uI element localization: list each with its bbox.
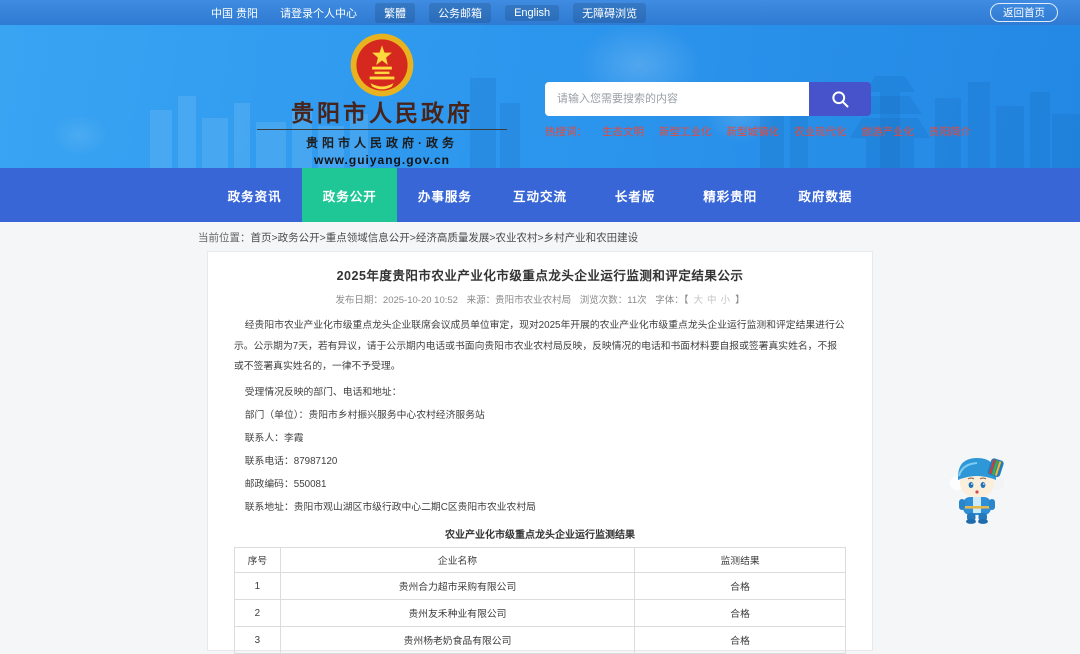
paragraph-contact-person: 联系人：李霞 — [244, 432, 304, 444]
hot-search-row: 热搜词： 生态文明 新型工业化 新型城镇化 农业现代化 旅游产业化 贵阳简介 — [545, 124, 971, 139]
nav-item-zwgk[interactable]: 政务公开 — [302, 168, 398, 222]
font-size-medium[interactable]: 中 — [707, 295, 717, 306]
search-bar — [545, 82, 871, 116]
hot-search-label: 热搜词： — [545, 126, 587, 138]
font-size-small[interactable]: 小 — [721, 295, 731, 306]
row-index: 1 — [234, 572, 281, 600]
official-mail-link[interactable]: 公务邮箱 — [429, 2, 492, 23]
nav-item-jcgy[interactable]: 精彩贵阳 — [683, 168, 778, 222]
font-size-large[interactable]: 大 — [694, 295, 704, 306]
hot-word-5[interactable]: 旅游产业化 — [862, 124, 915, 139]
row-index: 2 — [234, 599, 281, 627]
nav-item-hdjl[interactable]: 互动交流 — [492, 168, 587, 222]
login-link[interactable]: 请登录个人中心 — [276, 3, 361, 23]
topbar-links: 中国 贵阳 请登录个人中心 繁體 公务邮箱 English 无障碍浏览 — [207, 2, 647, 23]
site-title: 贵阳市人民政府 — [291, 100, 473, 126]
col-header-company: 企业名称 — [279, 547, 636, 573]
accessibility-link[interactable]: 无障碍浏览 — [573, 2, 647, 23]
hot-word-6[interactable]: 贵阳简介 — [929, 124, 971, 139]
paragraph-announcement: 经贵阳市农业产业化市级重点龙头企业联席会议成员单位审定，现对2025年开展的农业… — [234, 320, 845, 372]
guiyang-gov-page: { "topbar": { "region_link": "中国 贵阳", "l… — [0, 0, 1080, 654]
font-size-label: 字体：【 — [655, 295, 689, 306]
hot-word-4[interactable]: 农业现代化 — [794, 124, 847, 139]
table-header-row: 序号 企业名称 监测结果 — [234, 547, 846, 573]
site-subtitle: 贵阳市人民政府·政务 — [257, 129, 507, 151]
breadcrumb-path[interactable]: 首页>政务公开>重点领域信息公开>经济高质量发展>农业农村>乡村产业和农田建设 — [251, 232, 639, 244]
monitor-result: 合格 — [634, 626, 846, 654]
paragraph-contact-intro: 受理情况反映的部门、电话和地址： — [244, 386, 402, 398]
search-input[interactable] — [545, 82, 809, 116]
nav-item-zwzx[interactable]: 政务资讯 — [207, 168, 302, 222]
article-title: 2025年度贵阳市农业产业化市级重点龙头企业运行监测和评定结果公示 — [336, 269, 744, 283]
site-url: www.guiyang.gov.cn — [313, 153, 450, 167]
search-icon — [832, 91, 849, 108]
paragraph-phone: 联系电话：87987120 — [244, 455, 338, 467]
hot-word-2[interactable]: 新型工业化 — [659, 124, 712, 139]
paragraph-postcode: 邮政编码：550081 — [244, 478, 327, 490]
article-card: 2025年度贵阳市农业产业化市级重点龙头企业运行监测和评定结果公示 发布日期：2… — [207, 251, 873, 654]
region-link[interactable]: 中国 贵阳 — [207, 3, 262, 23]
hot-word-1[interactable]: 生态文明 — [602, 124, 644, 139]
main-nav-bar: 政务资讯 政务公开 办事服务 互动交流 长者版 精彩贵阳 政府数据 — [0, 168, 1080, 222]
paragraph-department: 部门（单位）：贵阳市乡村振兴服务中心农村经济服务站 — [244, 409, 485, 421]
monitor-result: 合格 — [634, 572, 846, 600]
breadcrumb-label: 当前位置： — [198, 232, 251, 244]
mascot-widget[interactable] — [948, 450, 1006, 524]
hot-word-3[interactable]: 新型城镇化 — [727, 124, 780, 139]
table-row: 2 贵州友禾种业有限公司 合格 — [234, 599, 846, 627]
top-utility-bar: 中国 贵阳 请登录个人中心 繁體 公务邮箱 English 无障碍浏览 返回首页 — [0, 0, 1080, 25]
article-source: 来源：贵阳市农业农村局 — [466, 295, 572, 306]
table-caption: 农业产业化市级重点龙头企业运行监测结果 — [445, 530, 635, 541]
publish-date: 发布日期：2025-10-20 10:52 — [335, 295, 458, 306]
company-name: 贵州友禾种业有限公司 — [279, 599, 636, 627]
site-banner: 贵阳市人民政府 贵阳市人民政府·政务 www.guiyang.gov.cn 热搜… — [0, 25, 1080, 168]
col-header-result: 监测结果 — [634, 547, 846, 573]
article-body: 经贵阳市农业产业化市级重点龙头企业联席会议成员单位审定，现对2025年开展的农业… — [234, 316, 846, 517]
table-row: 3 贵州杨老奶食品有限公司 合格 — [234, 626, 846, 654]
national-emblem-icon — [350, 33, 414, 97]
traditional-chinese-link[interactable]: 繁體 — [375, 2, 416, 23]
nav-item-bsfw[interactable]: 办事服务 — [397, 168, 492, 222]
row-index: 3 — [234, 626, 281, 654]
table-row: 1 贵州合力超市采购有限公司 合格 — [234, 572, 846, 600]
site-logo[interactable]: 贵阳市人民政府 贵阳市人民政府·政务 www.guiyang.gov.cn — [227, 32, 537, 167]
search-button[interactable] — [809, 82, 871, 116]
monitor-result: 合格 — [634, 599, 846, 627]
english-link[interactable]: English — [505, 4, 560, 21]
font-size-label-end: 】 — [735, 295, 745, 306]
back-home-button[interactable]: 返回首页 — [990, 3, 1058, 22]
paragraph-address: 联系地址：贵阳市观山湖区市级行政中心二期C区贵阳市农业农村局 — [244, 501, 536, 513]
article-meta: 发布日期：2025-10-20 10:52 来源：贵阳市农业农村局 浏览次数：1… — [234, 292, 846, 306]
banner-content: 贵阳市人民政府 贵阳市人民政府·政务 www.guiyang.gov.cn 热搜… — [195, 25, 971, 168]
company-name: 贵州杨老奶食品有限公司 — [279, 626, 636, 654]
view-count: 浏览次数：11次 — [579, 295, 647, 306]
nav-item-zfsj[interactable]: 政府数据 — [778, 168, 873, 222]
breadcrumb: 当前位置：首页>政务公开>重点领域信息公开>经济高质量发展>农业农村>乡村产业和… — [198, 230, 882, 245]
col-header-index: 序号 — [234, 547, 281, 573]
monitoring-result-table: 序号 企业名称 监测结果 1 贵州合力超市采购有限公司 合格 2 贵州友禾种业有… — [234, 547, 846, 654]
main-nav: 政务资讯 政务公开 办事服务 互动交流 长者版 精彩贵阳 政府数据 — [207, 168, 873, 222]
nav-item-elder[interactable]: 长者版 — [588, 168, 683, 222]
company-name: 贵州合力超市采购有限公司 — [279, 572, 636, 600]
